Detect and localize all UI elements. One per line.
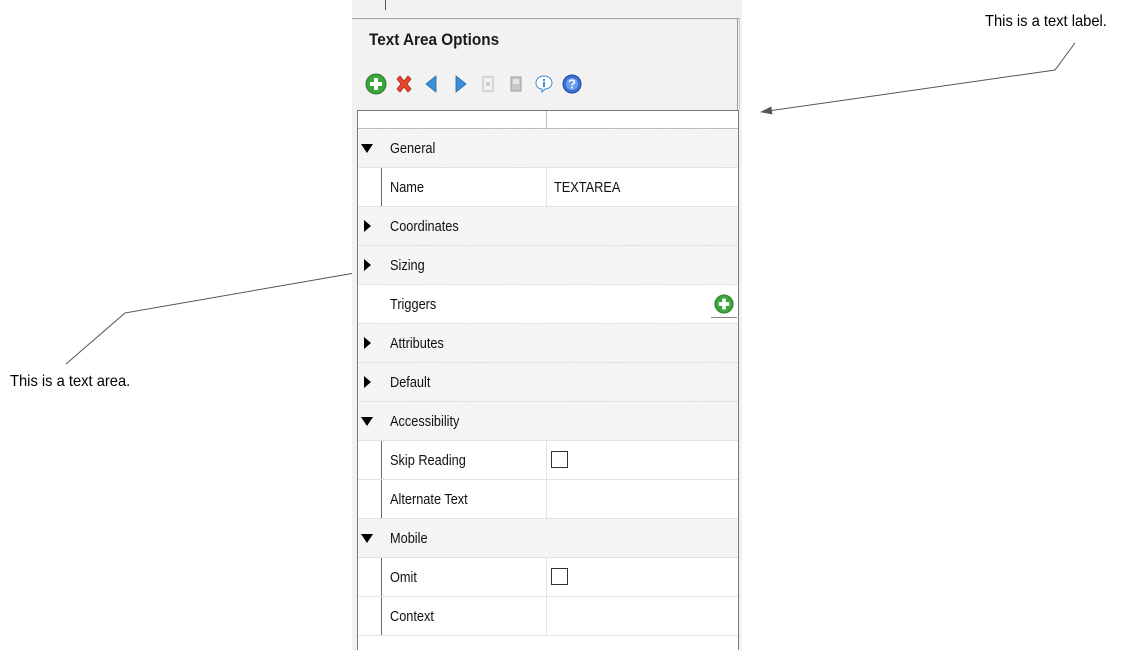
row-indent-line bbox=[381, 597, 382, 635]
text-area-leader-line bbox=[65, 267, 373, 365]
add-button[interactable] bbox=[364, 72, 388, 96]
category-attributes[interactable]: Attributes bbox=[358, 324, 738, 363]
row-indent-line bbox=[381, 558, 382, 596]
disabled-page-icon bbox=[510, 76, 522, 92]
panel-top-border-highlight bbox=[352, 19, 740, 20]
property-skip-reading[interactable]: Skip Reading bbox=[358, 441, 738, 480]
category-label: Sizing bbox=[390, 257, 425, 274]
add-trigger-button[interactable] bbox=[711, 291, 737, 318]
category-sizing[interactable]: Sizing bbox=[358, 246, 738, 285]
stage: This is a text label. This is a text are… bbox=[0, 0, 1148, 650]
category-label: Attributes bbox=[390, 335, 444, 352]
delete-icon bbox=[396, 75, 412, 93]
help-button[interactable] bbox=[560, 72, 584, 96]
property-label: Name bbox=[390, 179, 425, 196]
column-divider bbox=[546, 597, 547, 635]
name-value-field[interactable]: TEXTAREA bbox=[554, 179, 620, 196]
row-indent-line bbox=[381, 168, 382, 206]
skip-reading-checkbox[interactable] bbox=[551, 451, 568, 468]
text-area-callout: This is a text area. bbox=[10, 373, 131, 390]
property-label: Omit bbox=[390, 569, 417, 586]
move-right-button[interactable] bbox=[448, 72, 472, 96]
column-divider bbox=[546, 168, 547, 206]
grid-header bbox=[358, 111, 738, 129]
expanded-arrow-icon[interactable] bbox=[361, 144, 373, 153]
category-label: General bbox=[390, 140, 436, 157]
category-label: Coordinates bbox=[390, 218, 459, 235]
category-label: Accessibility bbox=[390, 413, 460, 430]
expanded-arrow-icon[interactable] bbox=[361, 417, 373, 426]
panel-right-border bbox=[737, 18, 738, 110]
category-label: Mobile bbox=[390, 530, 428, 547]
collapsed-arrow-icon[interactable] bbox=[364, 220, 371, 232]
move-left-icon bbox=[425, 75, 437, 93]
category-default[interactable]: Default bbox=[358, 363, 738, 402]
collapsed-arrow-icon[interactable] bbox=[364, 259, 371, 271]
category-mobile[interactable]: Mobile bbox=[358, 519, 738, 558]
collapsed-arrow-icon[interactable] bbox=[364, 376, 371, 388]
text-label-leader-line bbox=[760, 42, 1076, 115]
property-alternate-text[interactable]: Alternate Text bbox=[358, 480, 738, 519]
column-divider bbox=[546, 558, 547, 596]
property-context[interactable]: Context bbox=[358, 597, 738, 636]
property-name[interactable]: Name TEXTAREA bbox=[358, 168, 738, 207]
expanded-arrow-icon[interactable] bbox=[361, 534, 373, 543]
panel-right-border-highlight bbox=[739, 18, 740, 110]
property-label: Triggers bbox=[390, 296, 437, 313]
delete-button[interactable] bbox=[392, 72, 416, 96]
disabled-page-button[interactable] bbox=[504, 72, 528, 96]
move-left-button[interactable] bbox=[420, 72, 444, 96]
row-indent-line bbox=[381, 441, 382, 479]
disabled-doc-button[interactable] bbox=[476, 72, 500, 96]
row-indent-line bbox=[381, 480, 382, 518]
collapsed-arrow-icon[interactable] bbox=[364, 337, 371, 349]
info-icon bbox=[535, 75, 553, 94]
add-icon bbox=[365, 73, 387, 95]
category-coordinates[interactable]: Coordinates bbox=[358, 207, 738, 246]
help-icon bbox=[562, 74, 582, 94]
panel-splitter-tick bbox=[385, 0, 386, 10]
move-right-icon bbox=[455, 75, 467, 93]
panel-title: Text Area Options bbox=[369, 30, 500, 49]
text-label-callout: This is a text label. bbox=[985, 13, 1107, 30]
disabled-doc-icon bbox=[482, 76, 494, 92]
grid-header-divider[interactable] bbox=[546, 111, 547, 128]
property-omit[interactable]: Omit bbox=[358, 558, 738, 597]
column-divider bbox=[546, 480, 547, 518]
property-triggers[interactable]: Triggers bbox=[358, 285, 738, 324]
category-accessibility[interactable]: Accessibility bbox=[358, 402, 738, 441]
property-label: Context bbox=[390, 608, 434, 625]
category-general[interactable]: General bbox=[358, 129, 738, 168]
options-toolbar bbox=[364, 70, 588, 98]
info-button[interactable] bbox=[532, 72, 556, 96]
column-divider bbox=[546, 441, 547, 479]
category-label: Default bbox=[390, 374, 431, 391]
property-label: Skip Reading bbox=[390, 452, 466, 469]
add-icon bbox=[714, 294, 734, 314]
property-grid: General Name TEXTAREA Coordinates Sizing… bbox=[357, 110, 739, 650]
omit-checkbox[interactable] bbox=[551, 568, 568, 585]
property-label: Alternate Text bbox=[390, 491, 468, 508]
